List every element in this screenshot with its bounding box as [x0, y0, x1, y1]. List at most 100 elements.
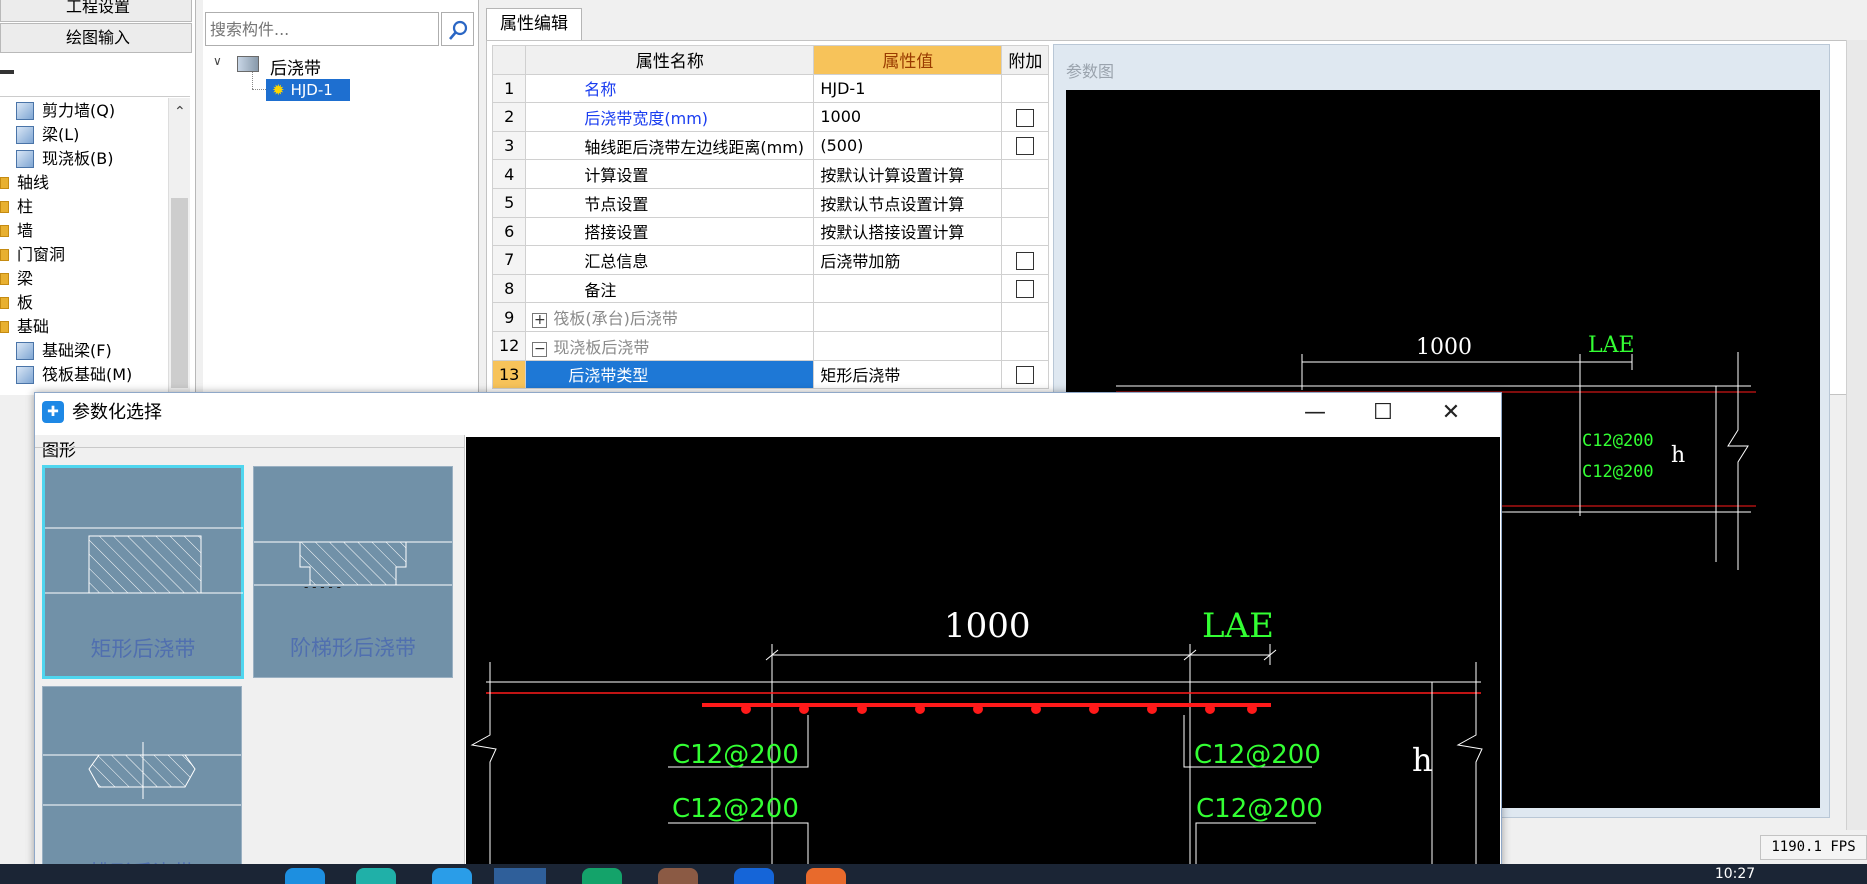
- app-icon-green[interactable]: [582, 868, 622, 884]
- extra-checkbox[interactable]: [1016, 108, 1035, 127]
- scroll-thumb[interactable]: [171, 198, 188, 388]
- left-navigation: 工程设置 绘图输入 ⌃ 剪力墙(Q) 梁(L) 现浇板(B) 轴线 柱 墙 门窗…: [0, 0, 196, 395]
- break-line-left: [470, 662, 497, 884]
- table-row[interactable]: 8 备注: [491, 273, 1050, 304]
- chevron-down-icon[interactable]: ∨: [213, 54, 222, 68]
- app-icon-teal[interactable]: [356, 868, 396, 884]
- property-value[interactable]: 按默认搭接设置计算: [813, 216, 1003, 247]
- table-header-row: 属性名称 属性值 附加: [491, 45, 1050, 75]
- shape-option-stepped[interactable]: - - - - - 阶梯形后浇带: [253, 466, 453, 678]
- extra-cell: [1001, 159, 1050, 189]
- tree-item-column[interactable]: 柱: [0, 195, 33, 218]
- table-row[interactable]: 9 + 筏板(承台)后浇带: [491, 302, 1050, 332]
- edge-browser-icon[interactable]: [285, 868, 325, 884]
- right-scrollbar[interactable]: [1846, 40, 1867, 830]
- folder-icon: [0, 224, 9, 237]
- taskbar: [0, 864, 1867, 884]
- minimize-button[interactable]: —: [1280, 393, 1350, 433]
- search-icon: [449, 20, 468, 40]
- tree-item-raft-foundation[interactable]: 筏板基础(M): [16, 363, 132, 386]
- maximize-button[interactable]: ☐: [1348, 393, 1418, 433]
- tree-item-foundation-beam[interactable]: 基础梁(F): [16, 339, 112, 362]
- group-label: 图形: [42, 441, 76, 461]
- column-header-name[interactable]: 属性名称: [525, 45, 815, 75]
- property-value[interactable]: 后浇带加筋: [813, 245, 1003, 275]
- property-name-cell: + 筏板(承台)后浇带: [525, 302, 815, 332]
- project-settings-button[interactable]: 工程设置: [0, 0, 192, 22]
- tree-collapse-icon[interactable]: [0, 70, 14, 74]
- tree-item-beams[interactable]: 梁: [0, 267, 33, 290]
- extra-checkbox[interactable]: [1016, 251, 1035, 270]
- property-value[interactable]: 矩形后浇带: [813, 359, 1003, 390]
- collapse-icon[interactable]: −: [532, 341, 548, 357]
- table-row[interactable]: 6 搭接设置 按默认搭接设置计算: [491, 216, 1050, 247]
- property-value[interactable]: 1000: [813, 102, 1003, 132]
- property-value[interactable]: 按默认节点设置计算: [813, 187, 1003, 218]
- table-row[interactable]: 4 计算设置 按默认计算设置计算: [491, 159, 1050, 189]
- expand-icon[interactable]: +: [532, 313, 548, 329]
- tree-item-axis[interactable]: 轴线: [0, 171, 49, 194]
- shape-option-rectangular[interactable]: 矩形后浇带: [42, 465, 244, 679]
- folder-icon: [0, 296, 9, 309]
- tree-scrollbar[interactable]: ⌃: [168, 98, 190, 395]
- divider: [0, 96, 190, 97]
- tree-item-wall[interactable]: 墙: [0, 219, 33, 242]
- tree-item-shear-wall[interactable]: 剪力墙(Q): [16, 99, 115, 122]
- tab-property-edit[interactable]: 属性编辑: [486, 8, 582, 40]
- search-button[interactable]: [441, 12, 474, 46]
- tree-item-label: 基础: [17, 317, 50, 336]
- app-icon-blue[interactable]: [432, 868, 472, 884]
- table-row[interactable]: 1 名称 HJD-1: [491, 73, 1050, 104]
- app-icon: ✚: [42, 401, 64, 423]
- tree-item-label: 板: [17, 293, 34, 312]
- rebar-bottom-text: C12@200: [1582, 462, 1654, 482]
- property-name: 筏板(承台)后浇带: [553, 309, 678, 329]
- fps-readout: 1190.1 FPS: [1760, 835, 1867, 860]
- extra-checkbox[interactable]: [1016, 366, 1035, 385]
- tree-item-beam[interactable]: 梁(L): [16, 123, 79, 146]
- property-name: 名称: [525, 73, 815, 104]
- extra-cell: [1001, 73, 1050, 104]
- extra-cell: [1001, 302, 1050, 332]
- dialog-title: 参数化选择: [72, 402, 162, 423]
- shape-option-groove[interactable]: 槽形后浇带: [42, 686, 242, 884]
- beam-icon: [16, 125, 34, 144]
- property-name: 搭接设置: [525, 216, 815, 247]
- extra-checkbox[interactable]: [1016, 137, 1035, 156]
- break-line-right: [1456, 662, 1483, 884]
- dim-width-text: 1000: [944, 606, 1031, 646]
- table-row[interactable]: 12− 现浇板后浇带: [491, 330, 1050, 361]
- drawing-input-button[interactable]: 绘图输入: [0, 23, 192, 53]
- property-value[interactable]: [813, 273, 1003, 304]
- scroll-up-icon[interactable]: ⌃: [174, 104, 186, 120]
- app-icon-orange[interactable]: [806, 868, 846, 884]
- column-header-extra[interactable]: 附加: [1001, 45, 1050, 75]
- tree-item-slab[interactable]: 现浇板(B): [16, 147, 113, 170]
- row-number: 6: [491, 216, 527, 247]
- row-number: 12: [491, 330, 527, 361]
- raft-foundation-icon: [16, 365, 34, 384]
- table-row[interactable]: 2 后浇带宽度(mm) 1000: [491, 102, 1050, 132]
- tree-item-label: 筏板基础(M): [42, 365, 133, 384]
- property-name: 后浇带宽度(mm): [525, 102, 815, 132]
- close-button[interactable]: ✕: [1416, 393, 1486, 433]
- tree-root-label[interactable]: 后浇带: [270, 54, 321, 79]
- table-row[interactable]: 5 节点设置 按默认节点设置计算: [491, 187, 1050, 218]
- property-value[interactable]: HJD-1: [813, 73, 1003, 104]
- tree-item-slabs[interactable]: 板: [0, 291, 33, 314]
- app-icon-brown[interactable]: [658, 868, 698, 884]
- property-value[interactable]: (500): [813, 130, 1003, 161]
- search-input[interactable]: [205, 12, 439, 46]
- tree-node-selected[interactable]: ✹ HJD-1: [266, 79, 350, 101]
- tree-item-openings[interactable]: 门窗洞: [0, 243, 65, 266]
- tree-item-foundation[interactable]: 基础: [0, 315, 49, 338]
- table-row[interactable]: 7 汇总信息 后浇带加筋: [491, 245, 1050, 275]
- property-value[interactable]: 按默认计算设置计算: [813, 159, 1003, 189]
- extra-checkbox[interactable]: [1016, 280, 1035, 299]
- column-header-value[interactable]: 属性值: [813, 45, 1003, 75]
- active-app-icon[interactable]: [494, 868, 546, 884]
- app-icon-dark-blue[interactable]: [734, 868, 774, 884]
- table-row[interactable]: 3 轴线距后浇带左边线距离(mm) (500): [491, 130, 1050, 161]
- groove-strip-thumbnail: [43, 742, 241, 806]
- table-row-selected[interactable]: 13 后浇带类型 矩形后浇带: [491, 359, 1050, 390]
